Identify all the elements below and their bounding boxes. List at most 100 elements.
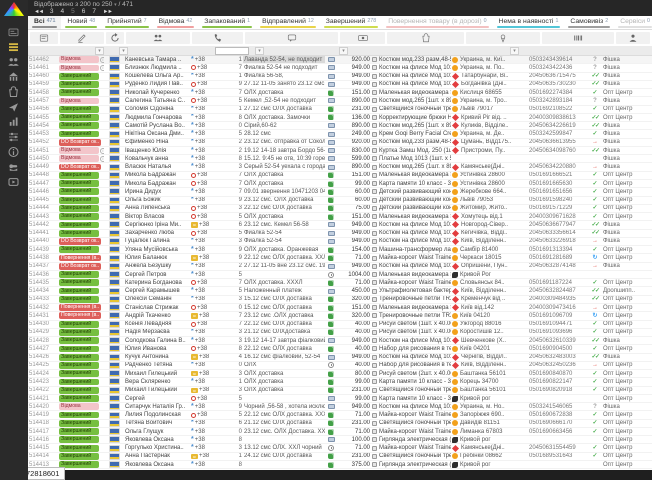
order-row-514430[interactable]: 514430ЗавершенийКсенія Левадняя+38722.12… bbox=[28, 321, 652, 329]
sidebar-item-video[interactable] bbox=[7, 176, 21, 188]
column-header-product[interactable] bbox=[387, 32, 464, 44]
order-row-514416[interactable]: 514416ЗавершенийЯковлева Оксана*+388100.… bbox=[28, 436, 652, 444]
order-comment[interactable]: 28.12 смс bbox=[243, 130, 325, 137]
order-row-514417[interactable]: 514417ЗавершенийОльга Глущук*+38023.12 с… bbox=[28, 428, 652, 436]
column-header-source[interactable] bbox=[616, 32, 650, 44]
order-row-514460[interactable]: 514460ЗавершенийКошелева Ольга Ар..*+381… bbox=[28, 73, 652, 81]
order-row-514421[interactable]: 514421ЗавершенийСергей+38599.00Карта пам… bbox=[28, 395, 652, 403]
order-row-514423[interactable]: 514423ЗавершенийВера Скляренко*+381ОЛХ д… bbox=[28, 378, 652, 386]
order-comment[interactable]: 21.12 смс ОЛХдоставка bbox=[243, 329, 325, 336]
order-comment[interactable]: 15.12 смс ОЛХ доставка bbox=[243, 304, 325, 311]
order-comment[interactable]: ОЛХ доставка bbox=[243, 89, 325, 96]
tab-Завершений[interactable]: Завершений278 bbox=[320, 16, 382, 29]
tab-Всі[interactable]: Всі471 bbox=[28, 16, 61, 29]
order-comment[interactable]: ОЛХ bbox=[243, 362, 325, 369]
column-header-customer[interactable] bbox=[126, 32, 190, 44]
sidebar-item-campaigns[interactable] bbox=[7, 101, 21, 113]
order-row-514436[interactable]: 514436ЗавершенийСергей Петров*+3851004.0… bbox=[28, 271, 652, 279]
order-comment[interactable]: 22.12 смс ОЛХ доставка bbox=[243, 321, 325, 328]
order-comment[interactable]: Кемел ,52-54 не подходит bbox=[243, 97, 325, 104]
tab-Сервіси[interactable]: Сервіси0 bbox=[614, 16, 652, 29]
page-number-4[interactable]: 4 bbox=[61, 8, 65, 15]
order-comment[interactable]: 15.12 смс ОЛХ доставка bbox=[243, 296, 325, 303]
comment-filter-dropdown[interactable]: ▾ bbox=[255, 47, 264, 55]
order-comment[interactable]: 19.12 14-18 завтра Бордо 56-58 bbox=[243, 147, 325, 154]
page-number-6[interactable]: 6 bbox=[82, 8, 86, 15]
order-comment[interactable]: 19.12 14-17 завтра фіалковий .. bbox=[243, 337, 325, 344]
tab-Запакований[interactable]: Запакований1 bbox=[198, 16, 256, 29]
order-row-514435[interactable]: 514435ЗавершенийКатерина Богданова+387ОЛ… bbox=[28, 279, 652, 287]
order-row-514446[interactable]: 514446ЗавершенийИрина Дидух*+38709.01 зв… bbox=[28, 188, 652, 196]
order-comment[interactable]: 23.12 смс .ОЛХ доставка bbox=[243, 312, 325, 319]
tab-Прийнятий[interactable]: Прийнятий7 bbox=[101, 16, 152, 29]
sidebar-item-customers[interactable] bbox=[7, 56, 21, 68]
order-row-514433[interactable]: 514433ЗавершенийОлексій Семанін*+38315.1… bbox=[28, 296, 652, 304]
order-comment[interactable]: ОЛХ доставка. Замочки bbox=[243, 114, 325, 121]
column-header-order-id[interactable] bbox=[30, 32, 58, 44]
order-row-514427[interactable]: 514427ЗавершенийЮлия Иванова+38822.12 см… bbox=[28, 345, 652, 353]
order-comment[interactable]: 22.12 смс ОЛХ доставка. ХХХЛ bbox=[243, 411, 325, 418]
order-row-514450[interactable]: 514450ВідмоваiКовальчук анна*+38815.12. … bbox=[28, 155, 652, 163]
tracking-filter-dropdown[interactable]: ▾ bbox=[510, 47, 519, 55]
order-comment[interactable]: ОЛХ доставка bbox=[243, 180, 325, 187]
first-page-button[interactable]: ◄◄ bbox=[34, 9, 43, 15]
tab-Нема в наявності[interactable]: Нема в наявності1 bbox=[493, 16, 565, 29]
order-comment[interactable]: ОЛХ доставка. Оранжевая bbox=[243, 246, 325, 253]
order-row-514432[interactable]: 514432Повернення (в..Станіслав Стрижак+3… bbox=[28, 304, 652, 312]
order-comment[interactable]: Фиалка 52-54 не подходит bbox=[243, 64, 325, 71]
order-comment[interactable]: 22.12 смс ОЛХ доставка bbox=[243, 345, 325, 352]
order-comment[interactable]: 27.12 11-05 занято 23.12 смс .. bbox=[243, 81, 325, 88]
order-row-514452[interactable]: 514452DO Возврат ок..Єфименко Ніна*+3822… bbox=[28, 139, 652, 147]
order-row-514448[interactable]: 514448ЗавершенийМикола Бадражан+387ОЛХ д… bbox=[28, 172, 652, 180]
order-row-514455[interactable]: 514455ЗавершенийЛюдмила Гончарова*+388ОЛ… bbox=[28, 114, 652, 122]
order-row-514457[interactable]: 514457ВідмоваСалегина Татьяна С..+385Кем… bbox=[28, 97, 652, 105]
order-row-514440[interactable]: 514440DO Возврат ок..Гуцалюк Галина*+383… bbox=[28, 238, 652, 246]
sidebar-item-reports[interactable] bbox=[7, 116, 21, 128]
order-row-514428[interactable]: 514428ЗавершенийСолодкова Галина В..*+38… bbox=[28, 337, 652, 345]
order-row-514414[interactable]: 514414ЗавершенийАнна Пастернакıc+38124.1… bbox=[28, 453, 652, 461]
order-row-514425[interactable]: 514425ЗавершенийРадченко Тетяна*+380ОЛХ4… bbox=[28, 362, 652, 370]
page-size-caret-icon[interactable]: ▾ bbox=[114, 2, 117, 8]
sidebar-item-id-card[interactable] bbox=[7, 26, 21, 38]
column-header-address[interactable] bbox=[466, 32, 540, 44]
order-row-514441[interactable]: 514441ЗавершенийЗахарченко Люба+385Фиалк… bbox=[28, 230, 652, 238]
order-row-514454[interactable]: 514454ЗавершенийСамотій Руслана Во..*+38… bbox=[28, 122, 652, 130]
order-comment[interactable] bbox=[243, 461, 325, 468]
order-row-514413[interactable]: 514413ЗавершенийЯковлева Оксана*+388375.… bbox=[28, 461, 652, 469]
order-comment[interactable]: 16.12 смс фіалковий, 52-54 bbox=[243, 354, 325, 361]
order-row-514461[interactable]: 514461ВідмоваiБлизнюк Людмила ..+387Фиал… bbox=[28, 64, 652, 72]
order-comment[interactable]: Серый 52-54 уехала с города bbox=[243, 163, 325, 170]
order-comment[interactable]: ОЛХ доставка. ХХХЛ bbox=[243, 279, 325, 286]
order-row-514444[interactable]: 514444ЗавершенийАнна Липенська+38322.12 … bbox=[28, 205, 652, 213]
order-comment[interactable]: 23.12 смс. отправка от Сокол.. bbox=[243, 139, 325, 146]
order-comment[interactable]: 27.12 11-05 вне 23.12 смс. 19 .. bbox=[243, 263, 325, 270]
last-page-button[interactable]: ►► bbox=[103, 9, 112, 15]
order-comment[interactable]: ОЛХ доставка bbox=[243, 387, 325, 394]
order-comment[interactable] bbox=[243, 395, 325, 402]
order-row-514424[interactable]: 514424ЗавершенийМихаил Гилецькийıc+383ОЛ… bbox=[28, 370, 652, 378]
sidebar-item-orders[interactable] bbox=[7, 41, 21, 53]
order-row-514422[interactable]: 514422ЗавершенийМихаил Гилецькийıc+383ОЛ… bbox=[28, 387, 652, 395]
order-comment[interactable]: Фиалка 56-58, bbox=[243, 73, 325, 80]
flag-filter-dropdown[interactable]: ▾ bbox=[119, 47, 128, 55]
order-comment[interactable]: 13.12 смс ОЛХ. ХХЛ чорний bbox=[243, 444, 325, 451]
tab-Самовивіз[interactable]: Самовивіз2 bbox=[564, 16, 614, 29]
sidebar-item-info[interactable] bbox=[7, 146, 21, 158]
order-comment[interactable]: ОЛХ доставка bbox=[243, 213, 325, 220]
page-number-7[interactable]: 7 bbox=[92, 8, 96, 15]
column-header-status[interactable] bbox=[60, 32, 104, 44]
page-number-3[interactable]: 3 bbox=[50, 8, 54, 15]
order-comment[interactable]: ОЛХ доставка bbox=[243, 370, 325, 377]
app-logo-icon[interactable] bbox=[4, 2, 24, 16]
order-row-514426[interactable]: 514426ЗавершенийКучук Антонинаıc+38416.1… bbox=[28, 354, 652, 362]
order-row-514449[interactable]: 514449DO Возврат ок..Власюк Наталья*+383… bbox=[28, 163, 652, 171]
order-row-514439[interactable]: 514439ЗавершенийУляна Мусійовська*+389ОЛ… bbox=[28, 246, 652, 254]
order-comment[interactable]: Фиалка 52-54 bbox=[243, 230, 325, 237]
column-header-price[interactable] bbox=[340, 32, 385, 44]
sidebar-item-settings[interactable] bbox=[7, 131, 21, 143]
tab-Відмова[interactable]: Відмова42 bbox=[153, 16, 199, 29]
order-row-514437[interactable]: 514437DO Возврат ок..Анжела Безушку*+382… bbox=[28, 263, 652, 271]
price-filter-dropdown[interactable]: ▾ bbox=[339, 47, 348, 55]
order-row-514420[interactable]: 514420ВідмоваСитарчук Наталія Гр..*+389Ч… bbox=[28, 403, 652, 411]
column-header-tracking[interactable] bbox=[542, 32, 614, 44]
